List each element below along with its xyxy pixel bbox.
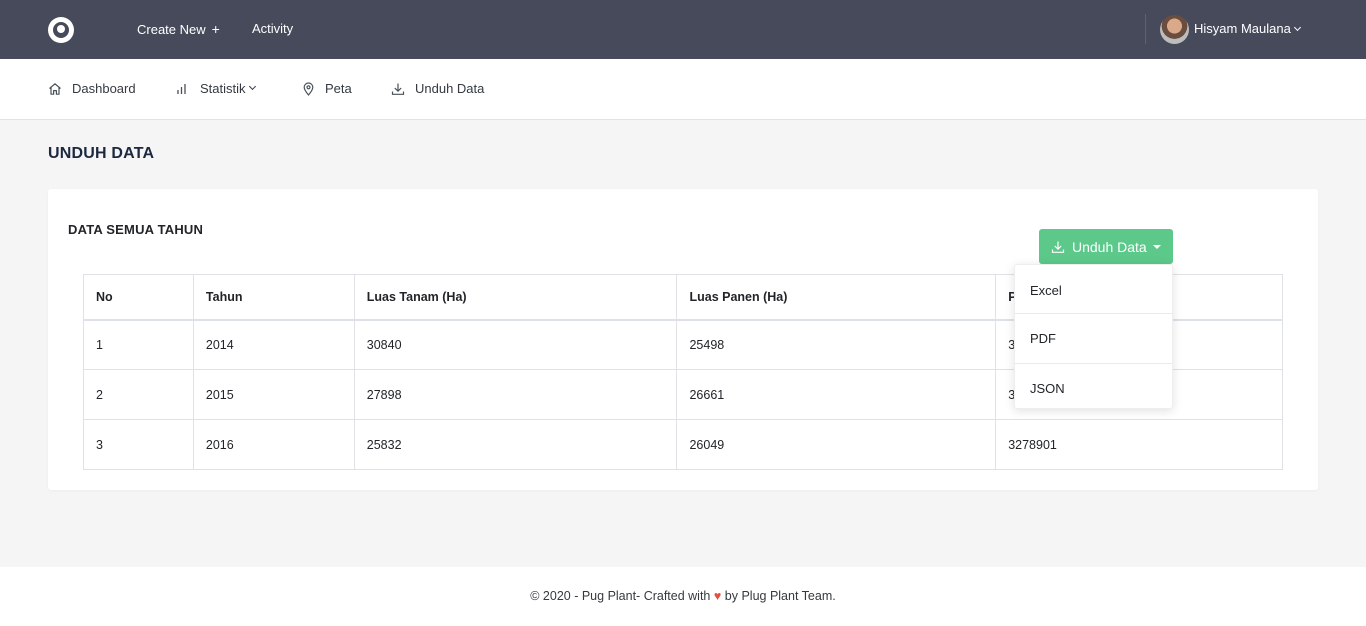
- nav-label-dashboard: Dashboard: [72, 81, 136, 96]
- column-header-luas-tanam: Luas Tanam (Ha): [353, 274, 678, 321]
- user-name: Hisyam Maulana: [1194, 21, 1291, 36]
- table-cell: 2: [83, 369, 194, 420]
- card-title: DATA SEMUA TAHUN: [68, 222, 204, 237]
- heart-icon: ♥: [713, 589, 722, 603]
- nav-item-peta[interactable]: Peta: [302, 80, 352, 98]
- user-menu-button[interactable]: Hisyam Maulana: [1194, 20, 1301, 38]
- topbar-divider: [1145, 14, 1146, 44]
- nav-item-statistik[interactable]: Statistik: [176, 80, 256, 98]
- table-cell: 26049: [676, 419, 997, 470]
- nav-item-dashboard[interactable]: Dashboard: [48, 80, 136, 98]
- dropdown-item-json[interactable]: JSON: [1015, 363, 1172, 413]
- bar-chart-icon: [177, 84, 186, 94]
- download-icon: [391, 83, 405, 95]
- nav-label-unduh-data: Unduh Data: [415, 81, 485, 96]
- table-cell: 27898: [353, 369, 678, 420]
- column-header-tahun: Tahun: [192, 274, 355, 321]
- nav-bar: Dashboard Statistik Peta Unduh Data: [0, 59, 1366, 120]
- nav-label-peta: Peta: [325, 81, 352, 96]
- activity-link[interactable]: Activity: [252, 20, 293, 38]
- footer-text: © 2020 - Pug Plant- Crafted with ♥ by Pl…: [0, 589, 1366, 603]
- create-new-button[interactable]: Create New +: [137, 20, 220, 39]
- dropdown-item-excel[interactable]: Excel: [1015, 265, 1172, 315]
- chevron-down-icon: [1293, 23, 1301, 32]
- avatar[interactable]: [1160, 15, 1189, 44]
- table-row: 3 2016 25832 26049 3278901: [83, 419, 1283, 470]
- table-cell: 2016: [192, 419, 355, 470]
- page-title: UNDUH DATA: [48, 145, 155, 162]
- nav-label-statistik: Statistik: [200, 81, 246, 96]
- table-cell: 25498: [676, 319, 997, 370]
- footer: © 2020 - Pug Plant- Crafted with ♥ by Pl…: [0, 567, 1366, 626]
- plus-icon: +: [211, 21, 220, 37]
- table-cell: 2015: [192, 369, 355, 420]
- footer-text-before: © 2020 - Pug Plant- Crafted with: [530, 589, 711, 603]
- download-dropdown-menu: Excel PDF JSON: [1014, 264, 1173, 409]
- app-logo-icon[interactable]: [48, 17, 74, 43]
- download-data-button[interactable]: Unduh Data: [1039, 229, 1173, 264]
- map-pin-icon: [303, 82, 314, 96]
- table-cell: 1: [83, 319, 194, 370]
- download-icon: [1051, 241, 1065, 253]
- top-bar: Create New + Activity Hisyam Maulana: [0, 0, 1366, 59]
- table-cell: 3: [83, 419, 194, 470]
- home-icon: [49, 83, 61, 95]
- table-cell: 2014: [192, 319, 355, 370]
- nav-item-unduh-data[interactable]: Unduh Data: [391, 80, 484, 98]
- column-header-luas-panen: Luas Panen (Ha): [676, 274, 997, 321]
- footer-text-after: by Plug Plant Team.: [724, 589, 836, 603]
- table-cell: 26661: [676, 369, 997, 420]
- caret-down-icon: [1152, 244, 1161, 249]
- table-cell: 30840: [353, 319, 678, 370]
- download-data-label: Unduh Data: [1072, 238, 1147, 255]
- table-cell: 3278901: [995, 419, 1283, 470]
- column-header-no: No: [83, 274, 194, 321]
- chevron-down-icon: [248, 82, 256, 90]
- dropdown-item-pdf[interactable]: PDF: [1015, 313, 1172, 363]
- create-new-label: Create New: [137, 22, 206, 37]
- table-cell: 25832: [353, 419, 678, 470]
